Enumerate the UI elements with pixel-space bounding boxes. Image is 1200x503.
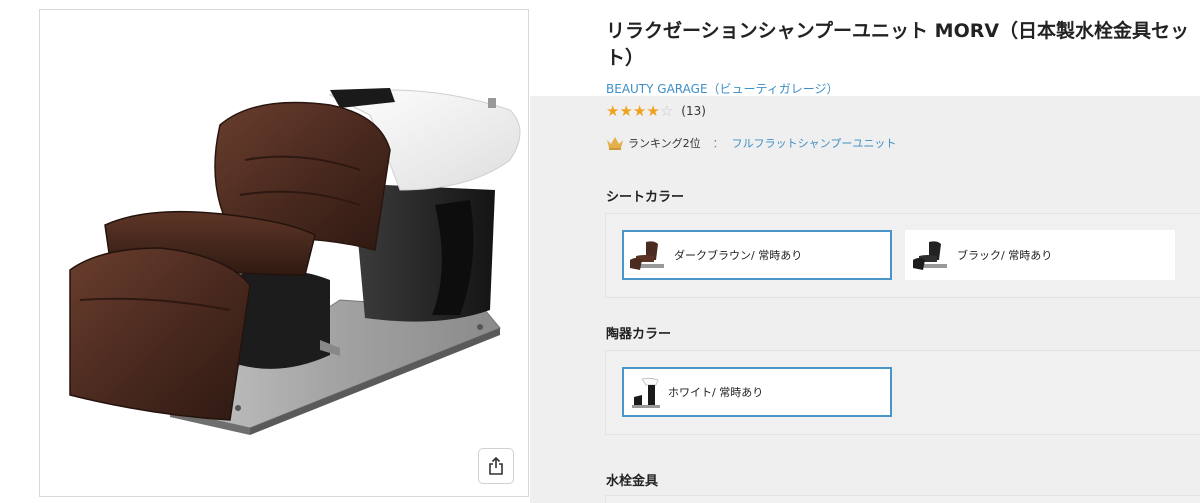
faucet-heading: 水栓金具 — [606, 474, 659, 489]
star-icon: ★ — [632, 102, 647, 120]
ceramic-color-panel: ホワイト/ 常時あり — [605, 350, 1200, 435]
rating-row[interactable]: ★★★★☆ (13) — [606, 102, 706, 120]
black-chair-thumbnail — [913, 241, 947, 270]
ceramic-color-option-white[interactable]: ホワイト/ 常時あり — [622, 367, 892, 417]
ranking-category-link[interactable]: フルフラットシャンプーユニット — [732, 135, 897, 151]
share-icon — [489, 457, 503, 475]
star-icon: ★ — [619, 102, 633, 120]
ranking-label: ランキング2位 — [628, 137, 701, 150]
product-image-frame — [39, 9, 529, 497]
star-icon: ★ — [606, 102, 620, 120]
info-background — [530, 96, 1200, 503]
seat-color-panel: ダークブラウン/ 常時あり ブラック/ 常時あり — [605, 213, 1200, 298]
ceramic-color-heading: 陶器カラー — [606, 327, 672, 342]
product-title: リラクゼーションシャンプーユニット MORV（日本製水栓金具セット） — [606, 20, 1190, 69]
ranking-separator: ： — [712, 137, 724, 150]
star-empty-icon: ☆ — [659, 102, 674, 120]
faucet-panel — [605, 495, 1200, 503]
white-basin-thumbnail — [632, 377, 660, 408]
star-rating: ★★★★☆ — [606, 102, 673, 120]
ceramic-color-label-white: ホワイト/ 常時あり — [668, 386, 764, 399]
share-button[interactable] — [478, 448, 514, 484]
product-page: リラクゼーションシャンプーユニット MORV（日本製水栓金具セット） BEAUT… — [0, 0, 1200, 503]
crown-icon — [607, 137, 623, 150]
seat-color-option-dark-brown[interactable]: ダークブラウン/ 常時あり — [622, 230, 892, 280]
dark-brown-chair-thumbnail — [630, 241, 664, 270]
seat-color-label-black: ブラック/ 常時あり — [957, 249, 1053, 262]
seat-color-label-dark-brown: ダークブラウン/ 常時あり — [674, 249, 803, 262]
ranking-row: ランキング2位 ： フルフラットシャンプーユニット — [606, 135, 896, 151]
star-icon: ★ — [646, 102, 660, 120]
seat-color-heading: シートカラー — [606, 190, 685, 205]
review-count[interactable]: (13) — [681, 104, 706, 118]
seat-color-option-black[interactable]: ブラック/ 常時あり — [905, 230, 1175, 280]
brand-link[interactable]: BEAUTY GARAGE（ビューティガレージ） — [606, 80, 839, 97]
product-image[interactable] — [40, 10, 528, 496]
